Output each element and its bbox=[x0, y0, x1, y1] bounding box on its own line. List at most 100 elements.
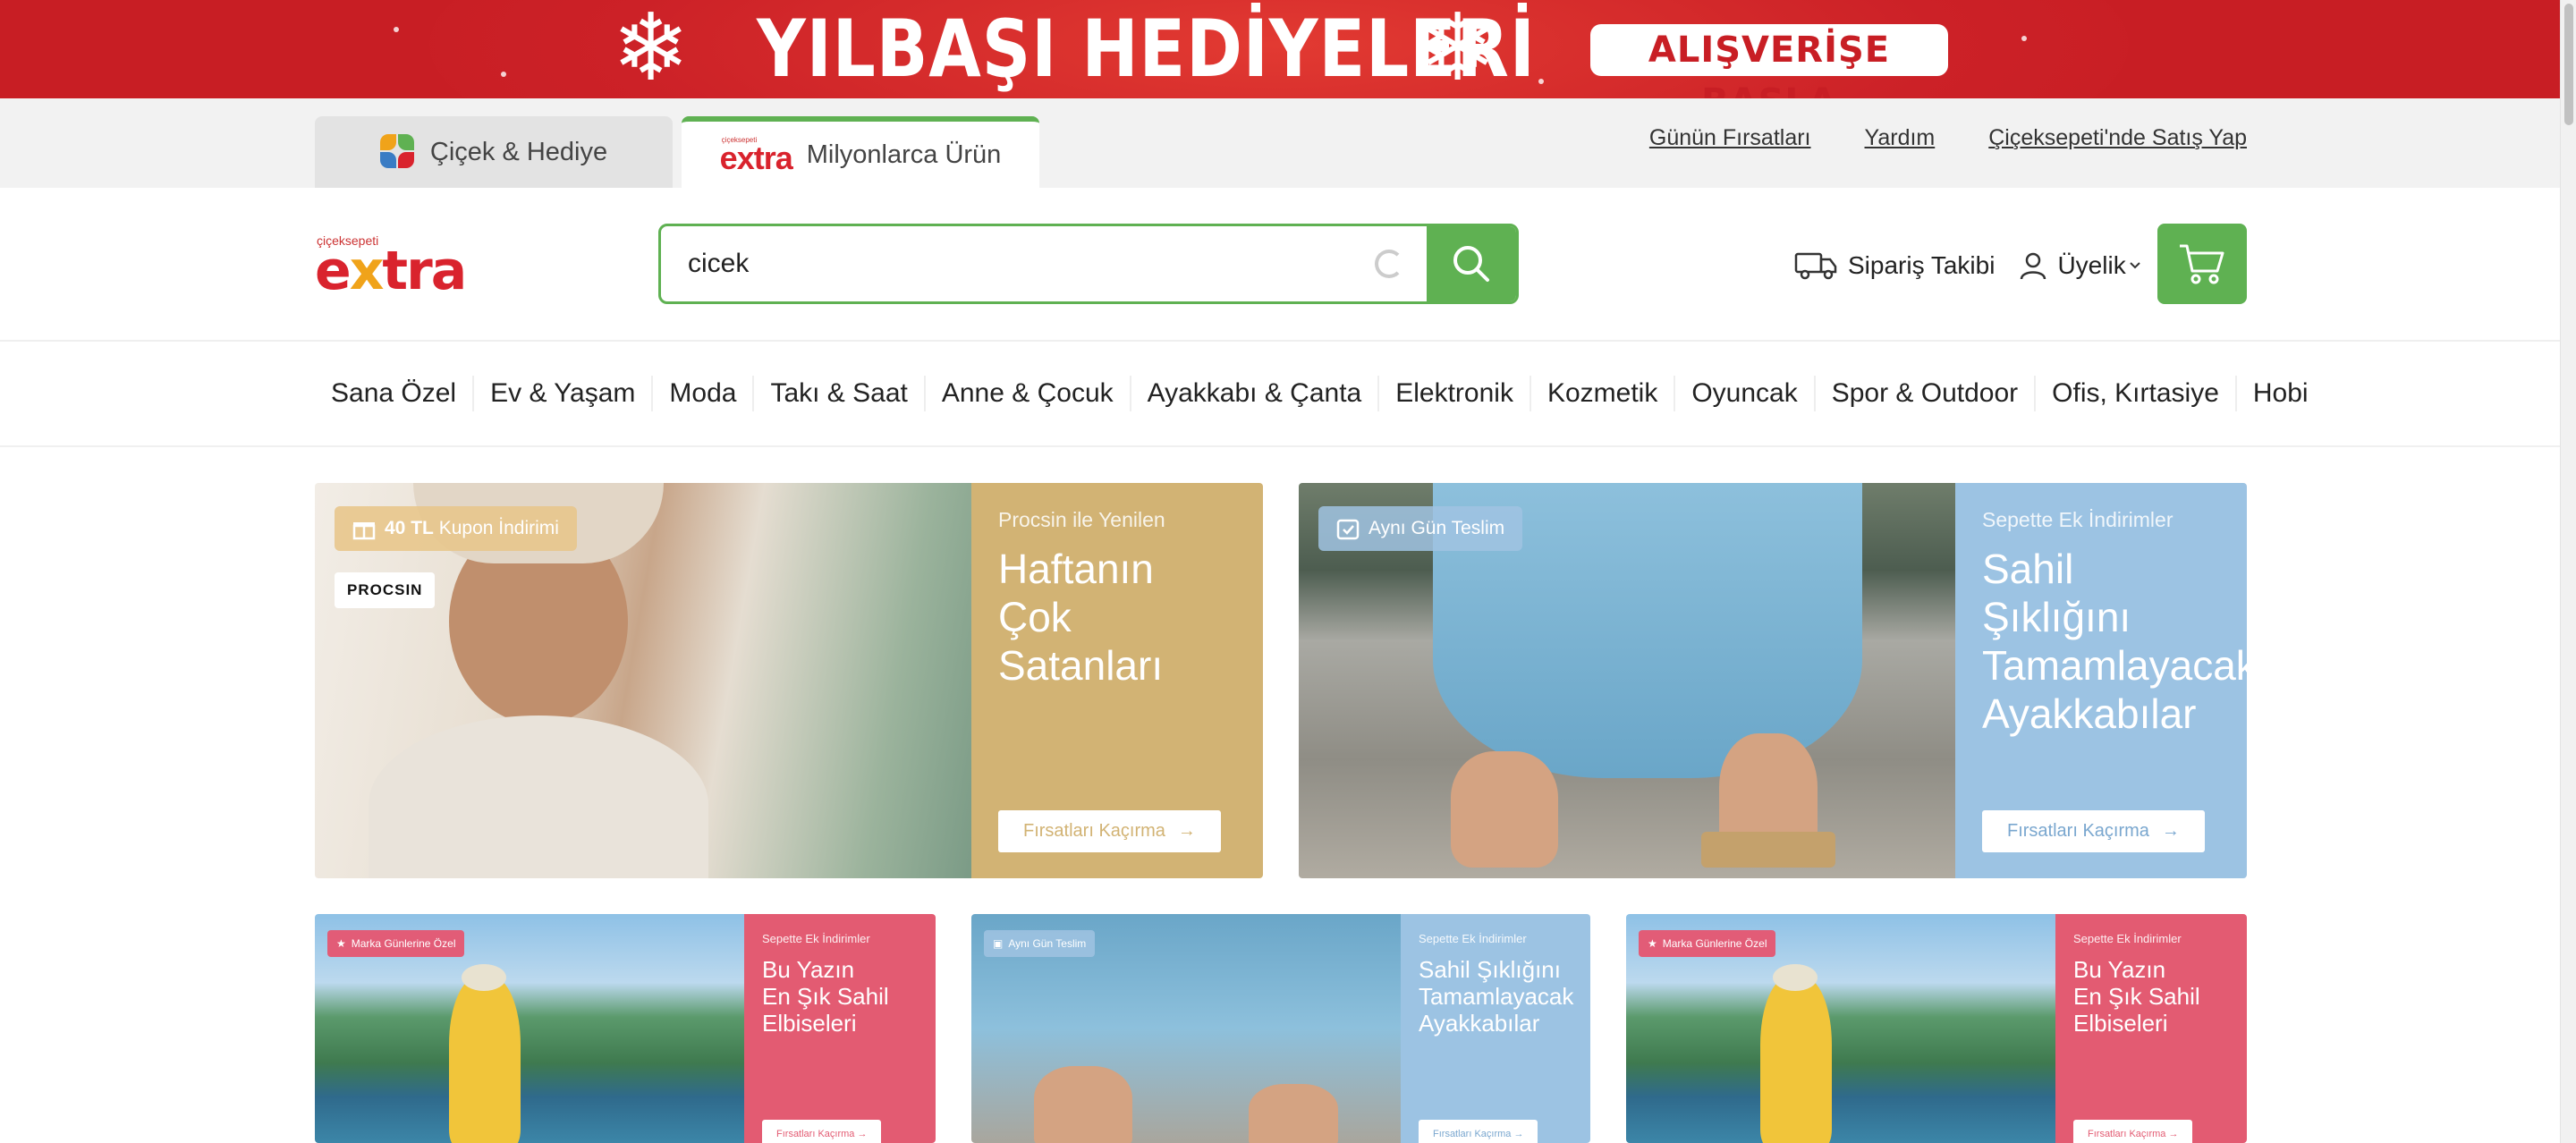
badge-label: Marka Günlerine Özel bbox=[351, 937, 456, 950]
promo-card-sahil-elbise[interactable]: ★ Marka Günlerine Özel Sepette Ek İndiri… bbox=[1626, 914, 2247, 1143]
snow-dot bbox=[1538, 79, 1544, 84]
hat-shape bbox=[462, 964, 506, 991]
tab-milyonlarca-urun-label: Milyonlarca Ürün bbox=[806, 140, 1002, 169]
firsatlari-kacirma-button[interactable]: Fırsatları Kaçırma → bbox=[2073, 1120, 2193, 1143]
site-logo[interactable]: çiçeksepeti extra bbox=[315, 234, 467, 302]
category-anne-cocuk[interactable]: Anne & Çocuk bbox=[926, 376, 1131, 411]
brand-days-badge: ★ Marka Günlerine Özel bbox=[327, 930, 465, 957]
link-yardim[interactable]: Yardım bbox=[1865, 125, 1936, 151]
button-label: Fırsatları Kaçırma bbox=[776, 1129, 855, 1139]
category-ev-yasam[interactable]: Ev & Yaşam bbox=[474, 376, 654, 411]
search-button[interactable] bbox=[1427, 226, 1516, 301]
chevron-down-icon bbox=[2129, 262, 2140, 269]
yellow-dress-shape bbox=[449, 977, 521, 1143]
star-icon: ★ bbox=[336, 937, 346, 950]
promo-title-line: Bu Yazın bbox=[762, 956, 855, 983]
category-oyuncak[interactable]: Oyuncak bbox=[1675, 376, 1816, 411]
promo-card-sahil-elbise[interactable]: ★ Marka Günlerine Özel Sepette Ek İndiri… bbox=[315, 914, 936, 1143]
coupon-badge: 40 TL Kupon İndirimi bbox=[335, 506, 577, 551]
header-actions: Sipariş Takibi Üyelik bbox=[1794, 250, 2165, 281]
category-moda[interactable]: Moda bbox=[653, 376, 755, 411]
calendar-check-icon bbox=[1336, 519, 1360, 540]
promo-panel: Sepette Ek İndirimler Sahil Şıklığını Ta… bbox=[1401, 914, 1590, 1143]
category-spor-outdoor[interactable]: Spor & Outdoor bbox=[1816, 376, 2037, 411]
order-tracking-link[interactable]: Sipariş Takibi bbox=[1794, 250, 1995, 281]
snow-dot bbox=[2021, 36, 2027, 41]
promo-title-line: Tamamlayacak bbox=[1982, 642, 2247, 689]
promo-title-line: Bu Yazın bbox=[2073, 956, 2166, 983]
truck-icon bbox=[1794, 252, 1837, 280]
promo-title-line: Sahil Şıklığını bbox=[1419, 956, 1561, 983]
firsatlari-kacirma-button[interactable]: Fırsatları Kaçırma → bbox=[1982, 810, 2205, 852]
cart-button[interactable] bbox=[2157, 224, 2247, 304]
promo-title-line: Elbiseleri bbox=[2073, 1010, 2168, 1037]
search-input[interactable] bbox=[661, 226, 1427, 301]
promo-title: Haftanın Çok Satanları bbox=[998, 545, 1236, 690]
espadrille-sole bbox=[1701, 832, 1835, 868]
left-foot-shape bbox=[1034, 1066, 1132, 1143]
button-label: Fırsatları Kaçırma bbox=[2088, 1129, 2166, 1139]
yellow-dress-shape bbox=[1760, 977, 1832, 1143]
hat-shape bbox=[1773, 964, 1818, 991]
logo-word: extra bbox=[315, 240, 467, 302]
promo-subtitle: Sepette Ek İndirimler bbox=[1982, 508, 2174, 531]
category-ofis-kirtasiye[interactable]: Ofis, Kırtasiye bbox=[2036, 376, 2237, 411]
search-icon bbox=[1453, 246, 1489, 282]
promo-title-line: Çok Satanları bbox=[998, 594, 1164, 689]
right-foot-shape bbox=[1249, 1084, 1338, 1143]
promo-panel: Procsin ile Yenilen Haftanın Çok Satanla… bbox=[971, 483, 1263, 878]
calendar-check-icon: ▣ bbox=[993, 937, 1004, 950]
button-label: Fırsatları Kaçırma bbox=[1023, 821, 1165, 841]
category-elektronik[interactable]: Elektronik bbox=[1379, 376, 1531, 411]
category-hobi[interactable]: Hobi bbox=[2237, 376, 2325, 411]
coupon-amount: 40 TL bbox=[385, 518, 434, 538]
cart-icon bbox=[2180, 244, 2224, 284]
category-taki-saat[interactable]: Takı & Saat bbox=[754, 376, 926, 411]
promo-card-sahil-ayakkabi[interactable]: Aynı Gün Teslim Sepette Ek İndirimler Sa… bbox=[1299, 483, 2247, 878]
extra-logo-word: extra bbox=[719, 140, 793, 176]
button-label: Fırsatları Kaçırma bbox=[2007, 821, 2149, 841]
snow-dot bbox=[501, 72, 506, 77]
flower-logo-icon bbox=[379, 134, 416, 170]
tab-milyonlarca-urun[interactable]: çiçeksepeti extra Milyonlarca Ürün bbox=[682, 116, 1039, 188]
link-satis-yap[interactable]: Çiçeksepeti'nde Satış Yap bbox=[1988, 125, 2247, 151]
promo-banner[interactable]: ❄ ❄ YILBAŞI HEDİYELERİ ALIŞVERİŞE BAŞLA bbox=[0, 0, 2560, 98]
membership-dropdown[interactable]: Üyelik bbox=[2020, 251, 2140, 280]
promo-card-procsin[interactable]: 40 TL Kupon İndirimi PROCSIN Procsin ile… bbox=[315, 483, 1263, 878]
scrollbar-thumb[interactable] bbox=[2564, 4, 2573, 125]
promo-subtitle: Sepette Ek İndirimler bbox=[2073, 932, 2182, 945]
snowflake-icon: ❄ bbox=[612, 0, 691, 98]
promo-subtitle: Procsin ile Yenilen bbox=[998, 508, 1165, 531]
badge-label: Marka Günlerine Özel bbox=[1662, 937, 1767, 950]
promo-cta-button[interactable]: ALIŞVERİŞE BAŞLA bbox=[1590, 24, 1948, 98]
page-scrollbar[interactable] bbox=[2560, 0, 2576, 1143]
promo-title: Bu Yazın En Şık Sahil Elbiseleri bbox=[762, 956, 918, 1037]
promo-title: Sahil Şıklığını Tamamlayacak Ayakkabılar bbox=[1982, 545, 2247, 738]
firsatlari-kacirma-button[interactable]: Fırsatları Kaçırma → bbox=[762, 1120, 882, 1143]
promo-subtitle: Sepette Ek İndirimler bbox=[762, 932, 870, 945]
promo-title: YILBAŞI HEDİYELERİ bbox=[757, 3, 1536, 95]
coupon-text: Kupon İndirimi bbox=[438, 518, 559, 538]
promo-title: Bu Yazın En Şık Sahil Elbiseleri bbox=[2073, 956, 2229, 1037]
promo-title-line: En Şık Sahil bbox=[762, 983, 889, 1010]
same-day-badge: Aynı Gün Teslim bbox=[1318, 506, 1523, 551]
promo-title: Sahil Şıklığını Tamamlayacak Ayakkabılar bbox=[1419, 956, 1573, 1037]
user-icon bbox=[2021, 252, 2046, 280]
promo-panel: Sepette Ek İndirimler Bu Yazın En Şık Sa… bbox=[2055, 914, 2247, 1143]
star-icon: ★ bbox=[1648, 937, 1657, 950]
link-gunun-firsatlari[interactable]: Günün Fırsatları bbox=[1649, 125, 1811, 151]
category-kozmetik[interactable]: Kozmetik bbox=[1531, 376, 1676, 411]
firsatlari-kacirma-button[interactable]: Fırsatları Kaçırma → bbox=[998, 810, 1221, 852]
left-foot-shape bbox=[1451, 751, 1558, 868]
firsatlari-kacirma-button[interactable]: Fırsatları Kaçırma → bbox=[1419, 1120, 1538, 1143]
promo-card-sahil-ayakkabi-small[interactable]: ▣ Aynı Gün Teslim Sepette Ek İndirimler … bbox=[971, 914, 1590, 1143]
tab-cicek-hediye-label: Çiçek & Hediye bbox=[429, 137, 608, 166]
category-sana-ozel[interactable]: Sana Özel bbox=[315, 376, 475, 411]
bathrobe-shape bbox=[369, 715, 708, 878]
extra-logo-icon: çiçeksepeti extra bbox=[719, 137, 793, 176]
promo-title-line: Sahil Şıklığını bbox=[1982, 546, 2131, 640]
badge-label: Aynı Gün Teslim bbox=[1008, 937, 1087, 950]
promo-title-line: Ayakkabılar bbox=[1982, 690, 2197, 737]
tab-cicek-hediye[interactable]: Çiçek & Hediye bbox=[315, 116, 673, 188]
category-ayakkabi-canta[interactable]: Ayakkabı & Çanta bbox=[1131, 376, 1380, 411]
